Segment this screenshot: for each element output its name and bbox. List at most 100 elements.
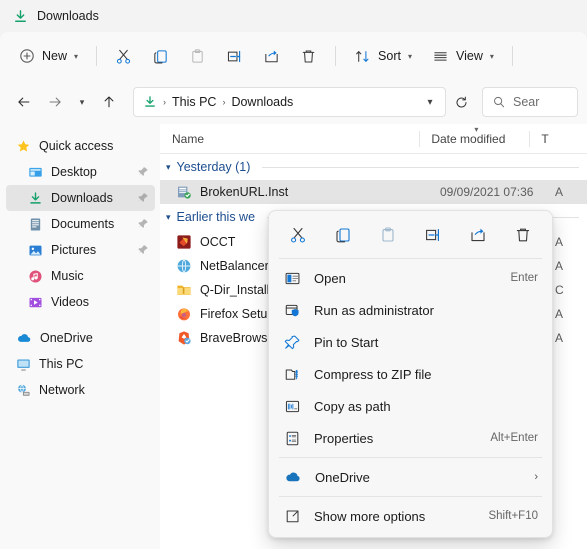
recent-locations-button[interactable]: ▾ [71,87,93,117]
refresh-icon [456,96,467,108]
context-menu-item-run-as-administrator[interactable]: Run as administrator [273,294,548,326]
column-headers: Name ▾ Date modified T [160,124,587,154]
context-menu-item-properties[interactable]: Properties Alt+Enter [273,422,548,454]
scissors-icon [115,48,132,65]
arrow-right-icon [49,97,61,107]
breadcrumb-separator: › [222,97,226,107]
cut-menu-button[interactable] [275,219,320,251]
pin-icon[interactable] [137,166,149,178]
delete-button[interactable] [291,40,326,72]
sort-button[interactable]: Sort ▾ [345,40,421,72]
music-icon [28,269,43,284]
copy-menu-button[interactable] [320,219,365,251]
copy-icon [152,48,169,65]
toolbar-separator-3 [511,46,513,66]
file-date: 09/09/2021 07:36 [440,185,534,199]
breadcrumb-item-this-pc[interactable]: This PC [172,95,216,109]
column-header-date-modified[interactable]: ▾ Date modified [419,124,529,154]
sidebar-label: Pictures [51,243,97,257]
sidebar-item-quick-access[interactable]: Quick access [6,133,155,159]
context-menu-item-onedrive[interactable]: OneDrive › [273,461,548,493]
context-menu-label: Copy as path [314,398,391,414]
file-type: C [555,283,564,297]
view-button[interactable]: View ▾ [423,40,503,72]
context-menu-divider-3 [279,496,542,497]
pin-icon[interactable] [137,244,149,256]
context-menu-label: Run as administrator [314,302,434,318]
forward-button[interactable] [40,87,70,117]
search-input[interactable]: Sear [482,87,578,117]
context-menu-label: OneDrive [315,469,370,485]
context-menu-divider [279,258,542,259]
sidebar-item-desktop[interactable]: Desktop [6,159,155,185]
column-header-name[interactable]: Name [160,124,419,154]
sidebar-item-documents[interactable]: Documents [6,211,155,237]
pin-icon[interactable] [137,192,149,204]
table-row[interactable]: BrokenURL.Inst 09/09/2021 07:36 A [160,180,587,204]
rename-menu-button[interactable] [411,219,456,251]
sidebar-label: Network [39,383,85,397]
sidebar-item-network[interactable]: Network [6,377,155,403]
sidebar-item-pictures[interactable]: Pictures [6,237,155,263]
file-type: A [555,259,564,273]
paste-menu-button[interactable] [365,219,410,251]
up-button[interactable] [94,87,124,117]
column-header-date-label: Date modified [431,131,506,146]
occt-icon [176,234,192,250]
context-menu-item-open[interactable]: Open Enter [273,262,548,294]
trash-icon [300,48,317,65]
paste-icon [189,48,206,65]
context-menu-label: Properties [314,430,374,446]
breadcrumb-item-downloads[interactable]: Downloads [231,95,293,109]
sidebar-item-videos[interactable]: Videos [6,289,155,315]
back-button[interactable] [9,87,39,117]
sidebar-item-this-pc[interactable]: This PC [6,351,155,377]
column-header-type[interactable]: T [529,124,587,154]
downloads-arrow-icon [143,95,157,109]
sidebar-item-music[interactable]: Music [6,263,155,289]
delete-menu-button[interactable] [501,219,546,251]
firefox-icon [176,306,192,322]
context-menu-item-show-more-options[interactable]: Show more options Shift+F10 [273,500,548,532]
breadcrumb-dropdown-button[interactable]: ▾ [419,90,441,114]
column-header-type-label: T [541,131,549,146]
sidebar-item-onedrive[interactable]: OneDrive [6,325,155,351]
arrow-left-icon [18,97,30,107]
msi-installer-icon [176,184,192,200]
sidebar-item-downloads[interactable]: Downloads [6,185,155,211]
rename-icon [226,48,243,65]
rename-button[interactable] [217,40,252,72]
breadcrumb[interactable]: › This PC › Downloads ▾ [133,87,446,117]
cloud-icon [284,468,302,486]
group-label: Earlier this we [176,210,256,224]
downloads-arrow-icon [13,9,28,24]
refresh-button[interactable] [448,87,474,117]
group-header-yesterday[interactable]: ▾ Yesterday (1) [160,154,587,180]
chevron-down-icon: ▾ [74,51,79,61]
toolbar-separator-2 [335,46,337,66]
paste-button[interactable] [180,40,215,72]
copy-button[interactable] [143,40,178,72]
view-icon [432,48,449,65]
context-menu-item-pin-to-start[interactable]: Pin to Start [273,326,548,358]
share-button[interactable] [254,40,289,72]
shield-icon [284,302,301,319]
file-explorer-window: Downloads New ▾ Sort ▾ View ▾ ▾ › This P… [0,0,587,549]
context-menu-divider-2 [279,457,542,458]
share-menu-button[interactable] [456,219,501,251]
new-button[interactable]: New ▾ [10,40,87,72]
context-menu-item-copy-as-path[interactable]: Copy as path [273,390,548,422]
sidebar-label: Downloads [51,191,113,205]
cut-button[interactable] [106,40,141,72]
scissors-icon [289,226,307,244]
globe-icon [176,258,192,274]
copy-icon [334,226,352,244]
zip-folder-icon [284,366,301,383]
cloud-icon [16,330,32,346]
pin-icon[interactable] [137,218,149,230]
chevron-down-icon: ▾ [489,51,494,61]
sidebar-label: Quick access [39,139,114,153]
context-menu-item-compress-to-zip[interactable]: Compress to ZIP file [273,358,548,390]
share-icon [469,226,487,244]
